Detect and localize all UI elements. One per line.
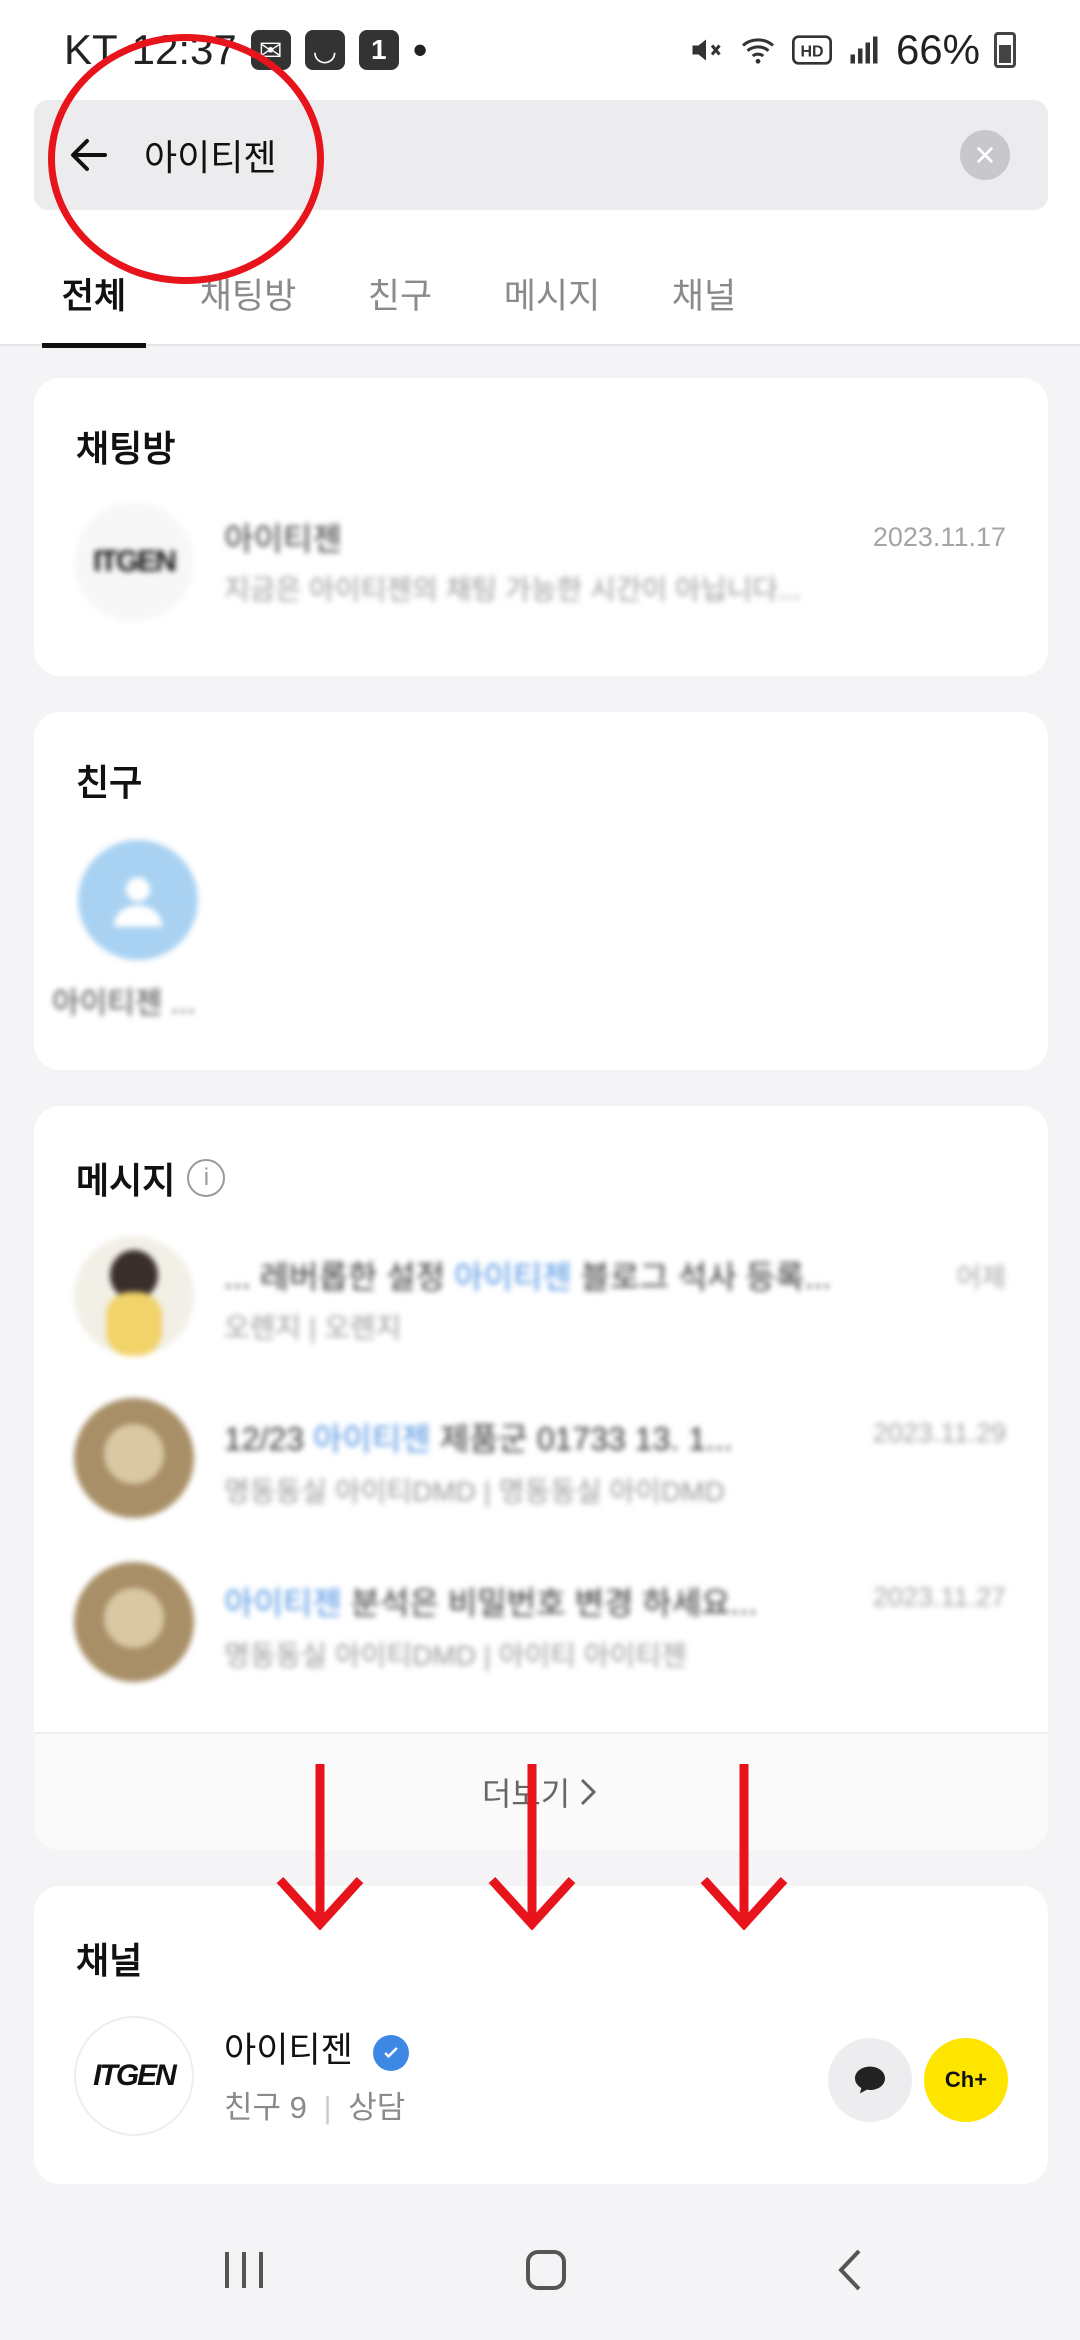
tab-messages[interactable]: 메시지 [496,240,608,346]
verified-badge-icon [372,2034,409,2071]
message-sub: 명동동실 아이티DMD | 아이티 아이티젠 [224,1640,687,1671]
chevron-right-icon [581,1778,597,1806]
message-date: 어제 [956,1263,1006,1293]
message-notification-icon: ✉ [250,30,291,70]
message-sub: 오렌지 | 오렌지 [224,1312,402,1343]
tab-friends[interactable]: 친구 [350,240,450,346]
battery-percent: 66% [895,26,980,73]
mute-icon [692,39,721,61]
message-text-highlight: 아이티젠 [224,1585,342,1621]
message-avatar [74,1398,194,1518]
tab-chatrooms[interactable]: 채팅방 [196,240,300,346]
message-text: 12/23 아이티젠 제품군 01733 13. 1... [224,1414,864,1460]
message-text-post: 분석은 비밀번호 변경 하세요... [341,1585,758,1621]
more-notifications-dot: • [412,26,428,73]
recent-apps-icon [225,2252,263,2288]
message-sub: 명동동실 아이티DMD | 명동동실 아이DMD [224,1476,725,1507]
add-channel-button[interactable]: Ch+ [924,2038,1008,2122]
chatroom-section-title: 채팅방 [76,428,176,469]
search-tabs: 전체 채팅방 친구 메시지 채널 [0,240,1080,348]
home-button[interactable] [486,2230,606,2310]
message-avatar [74,1562,194,1682]
signal-icon [850,36,878,64]
chat-bubble-icon [855,2066,885,2094]
system-navigation-bar [0,2200,1080,2340]
channel-name: 아이티젠 [224,2031,353,2070]
status-left: KT 12:37 ✉ ◡ 1 • [64,26,428,74]
channel-friends-count: 친구 9 [224,2090,307,2125]
status-bar: KT 12:37 ✉ ◡ 1 • HD 66% [0,0,1080,100]
chevron-left-icon [838,2249,861,2291]
tab-all[interactable]: 전체 [42,240,146,348]
wifi-icon [741,38,774,64]
channel-consult: 상담 [348,2090,406,2125]
friends-section: 친구 아이티젠 ... [34,712,1048,1070]
message-avatar [74,1236,194,1356]
recent-apps-button[interactable] [184,2230,304,2310]
info-icon[interactable]: i [187,1159,226,1197]
screen: KT 12:37 ✉ ◡ 1 • HD 66% 아이티젠 전체 채팅방 친구 메… [0,0,1080,2340]
message-date: 2023.11.27 [872,1582,1006,1612]
message-text: ... 레버롭한 설정 아이티젠 블로그 석사 등록... [224,1252,984,1298]
message-text-post: 제품군 01733 13. 1... [430,1421,733,1457]
message-text-highlight: 아이티젠 [312,1421,431,1457]
friend-avatar [78,840,198,960]
clock: 12:37 [131,26,237,73]
search-input[interactable]: 아이티젠 [144,129,276,181]
search-header: 아이티젠 전체 채팅방 친구 메시지 채널 [0,100,1080,348]
channel-name-row: 아이티젠 [224,2022,409,2073]
chatroom-section: 채팅방 ITGEN 아이티젠 지금은 아이티젠의 채팅 가능한 시간이 아닙니다… [34,378,1048,676]
clear-search-button[interactable] [960,130,1010,180]
channel-logo: ITGEN [74,2016,194,2136]
message-text: 아이티젠 분석은 비밀번호 변경 하세요... [224,1578,864,1624]
search-bar[interactable]: 아이티젠 [34,100,1048,210]
channel-section-title: 채널 [76,1940,143,1981]
channel-section: 채널 ITGEN 아이티젠 친구 9 | 상담 Ch+ [34,1886,1048,2184]
chatroom-date: 2023.11.17 [872,522,1006,552]
message-text-pre: ... 레버롭한 설정 [224,1259,454,1295]
messages-section: 메시지 i ... 레버롭한 설정 아이티젠 블로그 석사 등록... 오렌지 … [34,1106,1048,1850]
friend-name: 아이티젠 ... [52,987,196,1020]
message-text-highlight: 아이티젠 [453,1259,572,1295]
back-arrow-icon [71,139,107,171]
back-button[interactable] [34,100,144,210]
more-label: 더보기 [481,1776,571,1812]
chatroom-avatar-logo: ITGEN [93,545,177,578]
message-text-pre: 12/23 [224,1421,313,1457]
channel-meta: 친구 9 | 상담 [224,2082,405,2127]
close-icon [977,147,993,163]
home-icon [526,2250,566,2290]
shopping-notification-icon: ◡ [304,30,345,70]
battery-icon [994,32,1016,68]
hd-voice-icon: HD [791,35,832,65]
tab-channels[interactable]: 채널 [654,240,754,346]
carrier-label: KT [64,26,118,73]
friends-section-title: 친구 [76,762,143,803]
status-right: HD 66% [688,26,1016,74]
more-messages-button[interactable]: 더보기 [34,1732,1048,1850]
chatroom-avatar: ITGEN [74,502,194,622]
messages-section-title: 메시지 [76,1160,176,1201]
chplus-label: Ch+ [944,2067,988,2092]
channel-logo-text: ITGEN [93,2059,177,2092]
back-nav-button[interactable] [790,2230,910,2310]
notification-badge: 1 [358,30,399,70]
messages-section-header: 메시지 i [76,1152,226,1204]
svg-text:HD: HD [800,44,823,61]
chatroom-name: 아이티젠 [224,521,342,557]
default-profile-icon [114,877,162,927]
channel-chat-button[interactable] [828,2038,912,2122]
message-date: 2023.11.29 [872,1418,1006,1448]
message-text-post: 블로그 석사 등록... [571,1259,832,1295]
chatroom-preview: 지금은 아이티젠의 채팅 가능한 시간이 아닙니다... [224,574,802,605]
channel-meta-separator: | [323,2090,332,2125]
